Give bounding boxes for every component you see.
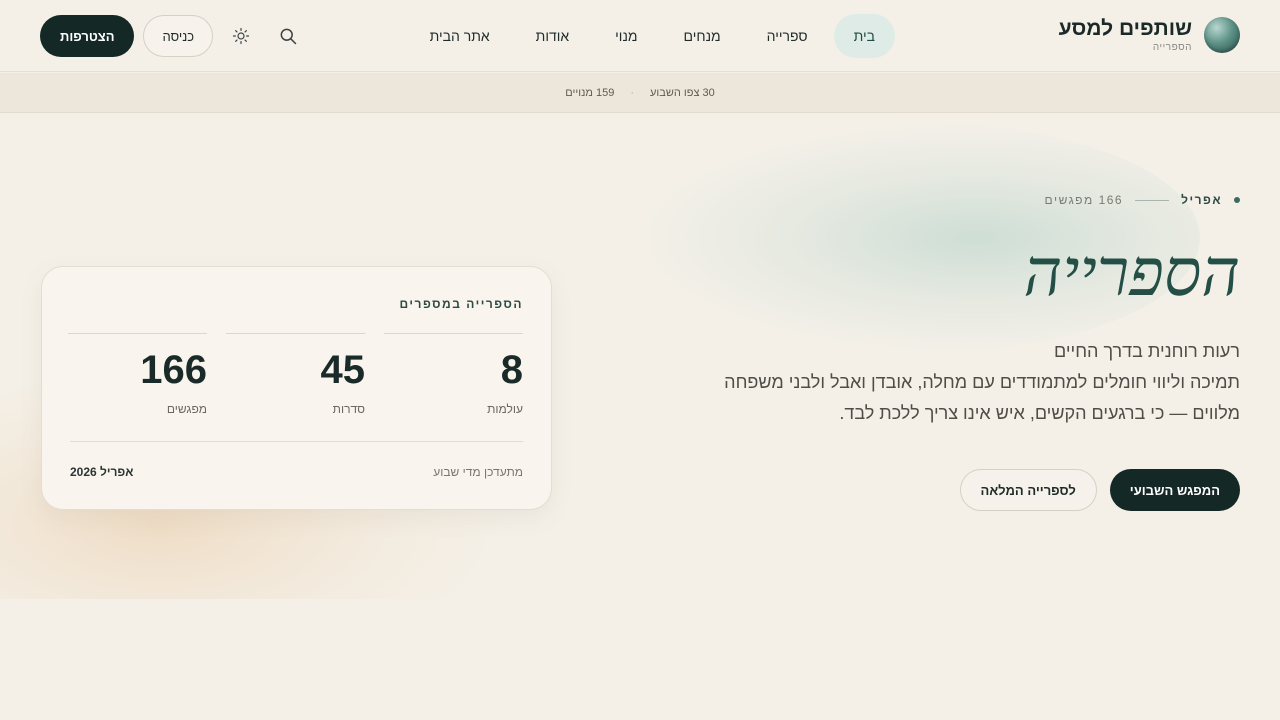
- login-button[interactable]: כניסה: [143, 15, 214, 57]
- eyebrow-count: 166 מפגשים: [1044, 193, 1124, 207]
- update-frequency-note: מתעדכן מדי שבוע: [433, 465, 523, 479]
- eyebrow-month: אפריל: [1181, 193, 1222, 207]
- hero-eyebrow: אפריל 166 מפגשים: [1045, 193, 1240, 207]
- hero-buttons: המפגש השבועי לספרייה המלאה: [959, 469, 1240, 511]
- subscriber-count: 159 מנויים: [565, 86, 615, 99]
- stat-label: מפגשים: [166, 402, 207, 416]
- nav-item-homepage[interactable]: אתר הבית: [410, 14, 510, 58]
- site-header: שותפים למסע הספרייה בית ספרייה מנחים מנו…: [0, 0, 1280, 72]
- join-button[interactable]: הצטרפות: [40, 15, 135, 57]
- nav-item-about[interactable]: אודות: [516, 14, 590, 58]
- brand-text: שותפים למסע הספרייה: [1058, 16, 1192, 53]
- hero-description: רעות רוחנית בדרך החיים תמיכה וליווי חומל…: [720, 336, 1240, 429]
- header-actions: הצטרפות כניסה: [40, 15, 307, 57]
- main-nav: בית ספרייה מנחים מנוי אודות אתר הבית: [410, 14, 895, 58]
- full-library-button[interactable]: לספרייה המלאה: [959, 469, 1097, 511]
- nav-item-subscription[interactable]: מנוי: [595, 14, 657, 58]
- sun-icon: [233, 27, 250, 45]
- hero-description-line: רעות רוחנית בדרך החיים: [1054, 341, 1240, 361]
- info-strip: 30 צפו השבוע · 159 מנויים: [0, 73, 1280, 113]
- strip-separator: ·: [630, 86, 634, 99]
- stat-label: סדרות: [332, 402, 365, 416]
- hero-description-line: תמיכה וליווי חומלים למתמודדים עם מחלה, א…: [724, 372, 1240, 392]
- search-icon: [280, 28, 297, 45]
- search-button[interactable]: [269, 17, 307, 55]
- eyebrow-dot: [1234, 197, 1240, 203]
- stat-sessions: 166 מפגשים: [68, 333, 207, 416]
- hero-description-line: מלווים — כי ברגעים הקשים, איש אינו צריך …: [839, 403, 1240, 423]
- weekly-session-button[interactable]: המפגש השבועי: [1109, 469, 1240, 511]
- stat-worlds: 8 עולמות: [384, 333, 523, 416]
- stats-card-title: הספרייה במספרים: [399, 297, 523, 311]
- nav-item-home[interactable]: בית: [833, 14, 895, 58]
- brand-subtitle: הספרייה: [1152, 41, 1192, 53]
- stats-card: הספרייה במספרים 8 עולמות 45 סדרות 166 מפ…: [41, 266, 552, 510]
- watched-this-week: 30 צפו השבוע: [650, 86, 715, 99]
- stat-label: עולמות: [487, 402, 523, 416]
- brand-logo: [1204, 17, 1240, 53]
- nav-item-library[interactable]: ספרייה: [747, 14, 828, 58]
- brand-title: שותפים למסע: [1058, 16, 1192, 40]
- hero-section: אפריל 166 מפגשים הספרייה רעות רוחנית בדר…: [0, 113, 1280, 599]
- theme-toggle-button[interactable]: [222, 17, 260, 55]
- eyebrow-line: [1135, 199, 1170, 201]
- stats-card-divider: [70, 441, 523, 442]
- stat-value: 45: [320, 348, 366, 392]
- stat-value: 8: [500, 348, 523, 392]
- nav-item-guides[interactable]: מנחים: [664, 14, 741, 58]
- stat-value: 166: [140, 348, 207, 392]
- stat-series: 45 סדרות: [226, 333, 365, 416]
- brand[interactable]: שותפים למסע הספרייה: [1059, 17, 1240, 53]
- page-title: הספרייה: [1023, 234, 1241, 311]
- stats-date: אפריל 2026: [70, 465, 134, 479]
